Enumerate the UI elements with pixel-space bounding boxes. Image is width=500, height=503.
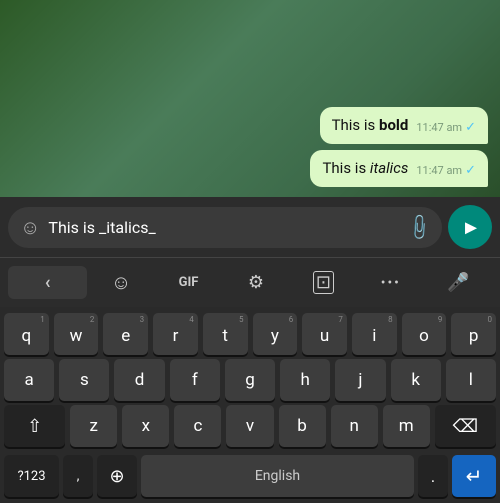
key-row-2: a s d f g h j k l <box>4 359 496 401</box>
key-k[interactable]: k <box>391 359 441 401</box>
keyboard: 1q 2w 3e 4r 5t 6y 7u 8i 9o 0p a s d f g … <box>0 307 500 451</box>
message-meta-1: 11:47 am ✓ <box>416 120 476 136</box>
message-bubble-1: This is bold 11:47 am ✓ <box>320 107 488 144</box>
message-time-1: 11:47 am <box>416 121 462 134</box>
translate-icon: ⊡ <box>313 271 334 294</box>
key-h[interactable]: h <box>280 359 330 401</box>
key-f[interactable]: f <box>170 359 220 401</box>
back-chevron-icon: ‹ <box>45 272 51 293</box>
key-r[interactable]: 4r <box>153 313 198 355</box>
key-o[interactable]: 9o <box>402 313 447 355</box>
key-t[interactable]: 5t <box>203 313 248 355</box>
chat-area: This is bold 11:47 am ✓ This is italics … <box>0 0 500 197</box>
sticker-button[interactable]: ☺ <box>87 262 154 303</box>
enter-key[interactable]: ↵ <box>452 455 496 497</box>
period-key[interactable]: . <box>418 455 448 497</box>
shift-key[interactable]: ⇧ <box>4 405 65 447</box>
key-b[interactable]: b <box>279 405 326 447</box>
key-y[interactable]: 6y <box>253 313 298 355</box>
message-text-1: This is bold <box>332 115 409 136</box>
key-n[interactable]: n <box>331 405 378 447</box>
message-time-2: 11:47 am <box>416 164 462 177</box>
shift-icon: ⇧ <box>27 416 42 437</box>
send-icon: ► <box>461 215 481 240</box>
message-meta-2: 11:47 am ✓ <box>416 163 476 179</box>
key-x[interactable]: x <box>122 405 169 447</box>
keyboard-back-button[interactable]: ‹ <box>8 266 87 299</box>
comma-label: , <box>77 469 80 484</box>
key-l[interactable]: l <box>446 359 496 401</box>
key-w[interactable]: 2w <box>54 313 99 355</box>
backspace-key[interactable]: ⌫ <box>435 405 496 447</box>
key-a[interactable]: a <box>4 359 54 401</box>
message-input[interactable] <box>48 218 399 237</box>
key-q[interactable]: 1q <box>4 313 49 355</box>
attach-button[interactable]: 📎 <box>403 212 434 243</box>
mic-button[interactable]: 🎤 <box>425 264 492 301</box>
key-d[interactable]: d <box>114 359 164 401</box>
settings-button[interactable]: ⚙ <box>222 264 289 301</box>
backspace-icon: ⌫ <box>453 416 478 437</box>
check-icon-2: ✓ <box>465 163 476 178</box>
input-bar: ☺ 📎 ► <box>0 197 500 257</box>
globe-key[interactable]: ⊕ <box>97 455 137 497</box>
gif-button[interactable]: GIF <box>155 267 222 298</box>
send-button[interactable]: ► <box>448 205 492 249</box>
bottom-row: ?123 , ⊕ English . ↵ <box>0 451 500 503</box>
more-button[interactable]: ••• <box>357 267 424 299</box>
more-icon: ••• <box>381 275 401 291</box>
num-label: ?123 <box>17 469 45 484</box>
key-c[interactable]: c <box>174 405 221 447</box>
key-s[interactable]: s <box>59 359 109 401</box>
key-row-3: ⇧ z x c v b n m ⌫ <box>4 405 496 447</box>
key-g[interactable]: g <box>225 359 275 401</box>
translate-button[interactable]: ⊡ <box>290 263 357 302</box>
key-p[interactable]: 0p <box>451 313 496 355</box>
key-v[interactable]: v <box>226 405 273 447</box>
space-label: English <box>255 468 300 484</box>
message-text-2: This is italics <box>322 158 408 179</box>
key-e[interactable]: 3e <box>103 313 148 355</box>
key-j[interactable]: j <box>335 359 385 401</box>
message-bubble-2: This is italics 11:47 am ✓ <box>310 150 488 187</box>
settings-icon: ⚙ <box>248 272 264 293</box>
period-label: . <box>431 467 435 486</box>
key-i[interactable]: 8i <box>352 313 397 355</box>
check-icon-1: ✓ <box>465 120 476 135</box>
key-z[interactable]: z <box>70 405 117 447</box>
key-m[interactable]: m <box>383 405 430 447</box>
sticker-icon: ☺ <box>111 270 131 295</box>
comma-key[interactable]: , <box>63 455 93 497</box>
space-key[interactable]: English <box>141 455 414 497</box>
emoji-button[interactable]: ☺ <box>20 215 40 240</box>
globe-icon: ⊕ <box>109 466 124 487</box>
gif-label: GIF <box>179 275 199 290</box>
mic-icon: 🎤 <box>447 272 469 293</box>
enter-icon: ↵ <box>466 464 483 488</box>
key-row-1: 1q 2w 3e 4r 5t 6y 7u 8i 9o 0p <box>4 313 496 355</box>
keyboard-toolbar: ‹ ☺ GIF ⚙ ⊡ ••• 🎤 <box>0 257 500 307</box>
key-u[interactable]: 7u <box>302 313 347 355</box>
num-key[interactable]: ?123 <box>4 455 59 497</box>
input-wrapper: ☺ 📎 <box>8 207 442 248</box>
